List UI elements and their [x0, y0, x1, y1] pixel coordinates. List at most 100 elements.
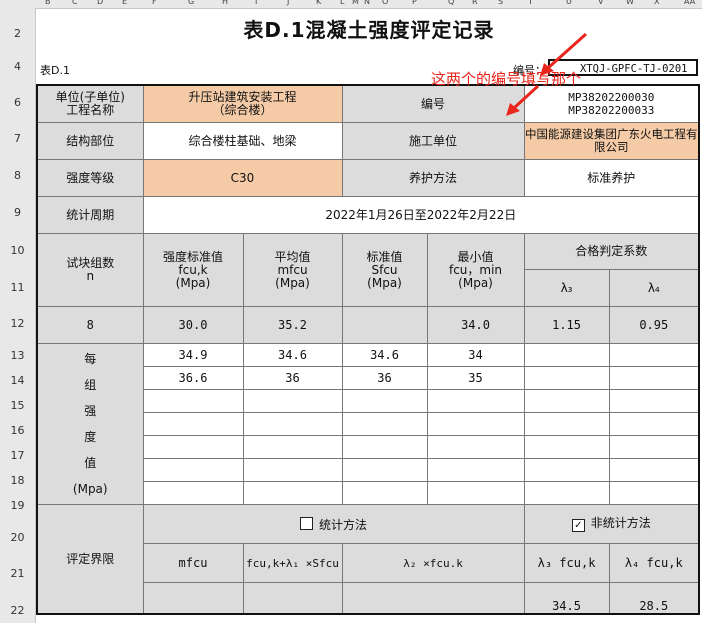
value-cell[interactable]: [142, 435, 244, 459]
header-lambda3[interactable]: λ₃: [523, 269, 610, 307]
header-mfcu[interactable]: 平均值 mfcu (Mpa): [242, 233, 343, 307]
header-coef[interactable]: 合格判定系数: [523, 233, 700, 270]
value-cell[interactable]: [341, 458, 428, 482]
eval-h-l3[interactable]: λ₃ fcu,k: [523, 543, 610, 583]
value-cell-empty[interactable]: [608, 366, 700, 390]
row-number[interactable]: 22: [0, 604, 35, 617]
value-cell[interactable]: 34.6: [341, 343, 428, 367]
value-cell[interactable]: 36.6: [142, 366, 244, 390]
row-number[interactable]: 6: [0, 96, 35, 109]
column-letter[interactable]: E: [122, 0, 127, 6]
structure-value[interactable]: 综合楼柱基础、地梁: [142, 122, 343, 160]
grade-value[interactable]: C30: [142, 159, 343, 197]
row-number[interactable]: 7: [0, 132, 35, 145]
value-cell[interactable]: [426, 389, 525, 413]
header-lambda4[interactable]: λ₄: [608, 269, 700, 307]
number-label[interactable]: 编号: [341, 84, 525, 123]
value-n[interactable]: 8: [36, 306, 144, 344]
row-number[interactable]: 2: [0, 27, 35, 40]
column-letter[interactable]: O: [382, 0, 388, 6]
value-sfcu[interactable]: [341, 306, 428, 344]
value-fcuk[interactable]: 30.0: [142, 306, 244, 344]
unit-label[interactable]: 单位(子单位) 工程名称: [36, 84, 144, 123]
eval-h-l2[interactable]: λ₂ ×fcu.k: [341, 543, 525, 583]
value-cell[interactable]: [426, 435, 525, 459]
header-sfcu[interactable]: 标准值 Sfcu (Mpa): [341, 233, 428, 307]
column-letter[interactable]: AA: [684, 0, 695, 6]
row-number[interactable]: 4: [0, 60, 35, 73]
value-cell-empty[interactable]: [523, 458, 610, 482]
table-id[interactable]: 表D.1: [40, 62, 70, 78]
column-letter[interactable]: J: [287, 0, 289, 6]
unit-value[interactable]: 升压站建筑安装工程 （综合楼）: [142, 84, 343, 123]
row-number[interactable]: 10: [0, 244, 35, 257]
value-cell[interactable]: [341, 412, 428, 436]
column-letter[interactable]: B: [45, 0, 51, 6]
column-letter[interactable]: K: [316, 0, 321, 6]
value-cell[interactable]: 36: [242, 366, 343, 390]
column-letter[interactable]: P: [412, 0, 417, 6]
structure-label[interactable]: 结构部位: [36, 122, 144, 160]
value-cell-empty[interactable]: [523, 481, 610, 505]
eval-v-fcuk-l1[interactable]: [242, 582, 343, 615]
value-group-label[interactable]: 每组强度值 (Mpa): [36, 343, 144, 505]
value-cell-empty[interactable]: [523, 366, 610, 390]
value-cell[interactable]: 34.9: [142, 343, 244, 367]
value-cell-empty[interactable]: [523, 389, 610, 413]
eval-v-mfcu[interactable]: [142, 582, 244, 615]
row-number[interactable]: 17: [0, 449, 35, 462]
row-number[interactable]: 14: [0, 374, 35, 387]
row-number[interactable]: 21: [0, 567, 35, 580]
value-cell-empty[interactable]: [608, 435, 700, 459]
row-number[interactable]: 18: [0, 474, 35, 487]
form-title[interactable]: 表D.1混凝土强度评定记录: [36, 14, 702, 43]
value-lambda4[interactable]: 0.95: [608, 306, 700, 344]
value-cell[interactable]: [242, 389, 343, 413]
value-cell-empty[interactable]: [608, 481, 700, 505]
value-cell[interactable]: [142, 458, 244, 482]
column-letter[interactable]: V: [598, 0, 603, 6]
value-cell[interactable]: 36: [341, 366, 428, 390]
number-value[interactable]: MP38202200030 MP38202200033: [523, 84, 700, 123]
value-fcumin[interactable]: 34.0: [426, 306, 525, 344]
value-cell[interactable]: 34.6: [242, 343, 343, 367]
row-number[interactable]: 16: [0, 424, 35, 437]
row-number[interactable]: 15: [0, 399, 35, 412]
eval-label[interactable]: 评定界限: [36, 504, 144, 615]
column-letter[interactable]: T: [528, 0, 533, 6]
eval-h-fcuk-l1[interactable]: fcu,k+λ₁ ×Sfcu: [242, 543, 343, 583]
column-letter[interactable]: F: [152, 0, 157, 6]
value-cell[interactable]: [426, 458, 525, 482]
eval-v-l2[interactable]: [341, 582, 525, 615]
column-letter[interactable]: C: [72, 0, 78, 6]
nonstat-method-checkbox[interactable]: ✓: [571, 518, 585, 532]
value-cell-empty[interactable]: [608, 389, 700, 413]
value-cell[interactable]: [341, 481, 428, 505]
nonstat-method-cell[interactable]: ✓ 非统计方法: [523, 504, 700, 544]
column-letter[interactable]: S: [498, 0, 503, 6]
value-cell-empty[interactable]: [523, 412, 610, 436]
row-number[interactable]: 12: [0, 317, 35, 330]
eval-v-l4[interactable]: 28.5: [608, 582, 700, 615]
eval-h-l4[interactable]: λ₄ fcu,k: [608, 543, 700, 583]
column-letter[interactable]: I: [255, 0, 257, 6]
curing-value[interactable]: 标准养护: [523, 159, 700, 197]
column-letter[interactable]: Q: [448, 0, 454, 6]
value-cell[interactable]: 34: [426, 343, 525, 367]
column-letter[interactable]: U: [566, 0, 572, 6]
header-fcumin[interactable]: 最小值 fcu，min (Mpa): [426, 233, 525, 307]
value-cell[interactable]: [142, 481, 244, 505]
column-letter[interactable]: N: [364, 0, 370, 6]
contractor-value[interactable]: 中国能源建设集团广东火电工程有限公司: [523, 122, 700, 160]
column-letter[interactable]: R: [472, 0, 478, 6]
value-cell-empty[interactable]: [608, 458, 700, 482]
curing-label[interactable]: 养护方法: [341, 159, 525, 197]
row-number[interactable]: 20: [0, 531, 35, 544]
period-label[interactable]: 统计周期: [36, 196, 144, 234]
eval-v-l3[interactable]: 34.5: [523, 582, 610, 615]
row-number[interactable]: 13: [0, 349, 35, 362]
value-lambda3[interactable]: 1.15: [523, 306, 610, 344]
value-cell[interactable]: [142, 412, 244, 436]
value-cell-empty[interactable]: [523, 343, 610, 367]
row-number[interactable]: 8: [0, 169, 35, 182]
